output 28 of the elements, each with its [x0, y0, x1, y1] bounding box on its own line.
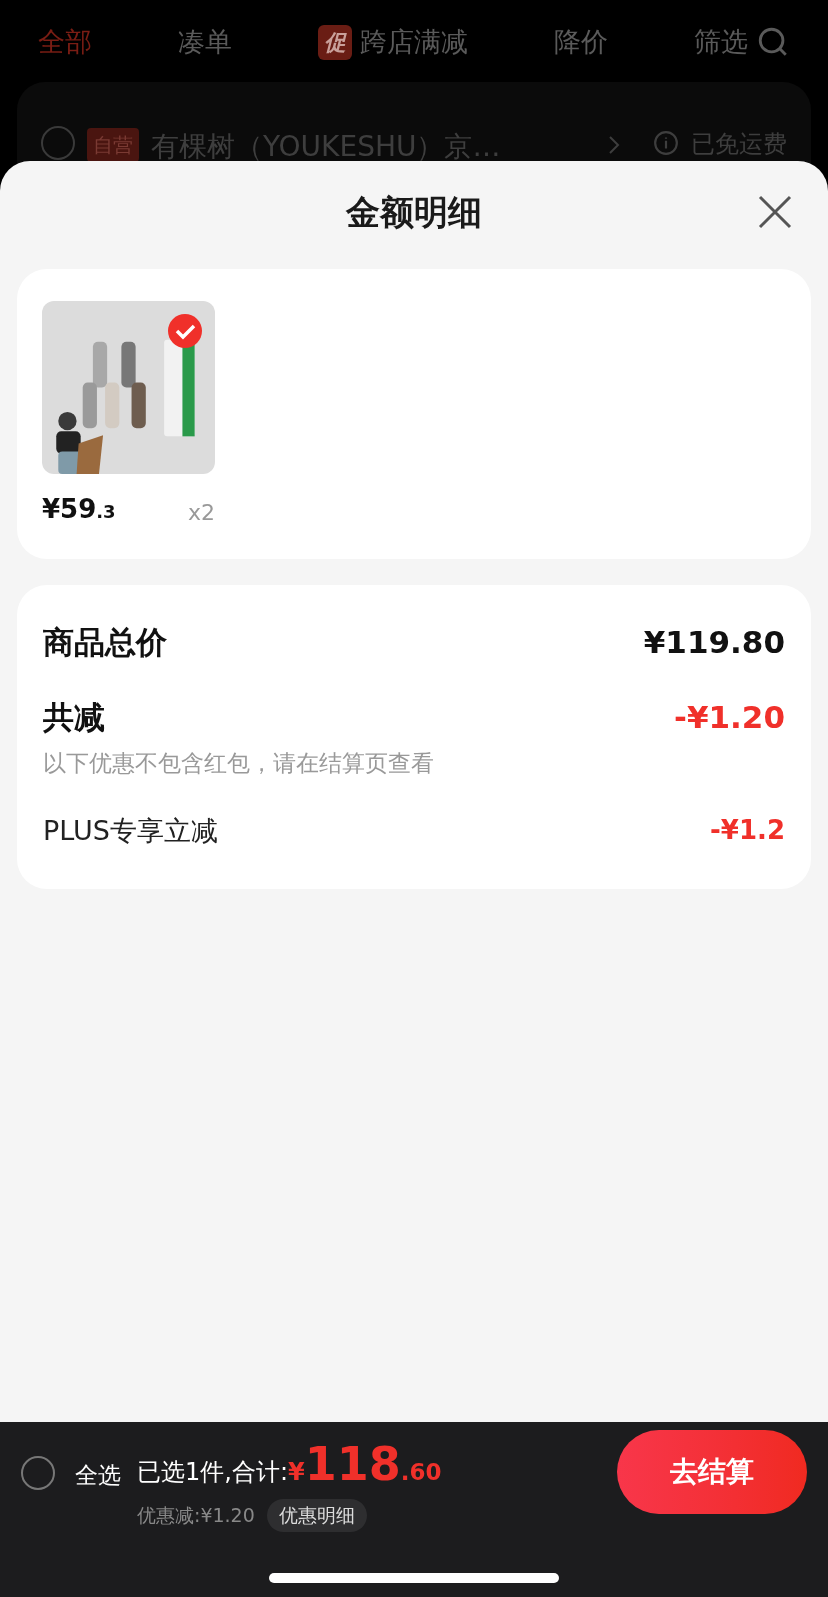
- discount-detail-button[interactable]: 优惠明细: [266, 1499, 367, 1532]
- discount-note: 以下优惠不包含红包，请在结算页查看: [43, 749, 435, 778]
- discount-item-value: -¥1.2: [710, 814, 785, 848]
- close-icon[interactable]: [758, 195, 792, 229]
- info-icon: [653, 130, 679, 156]
- search-icon: [756, 25, 790, 59]
- promo-badge: 促: [318, 24, 352, 60]
- sheet-title: 金额明细: [346, 190, 482, 234]
- discount-summary: 优惠减:¥1.20: [137, 1503, 255, 1528]
- select-all-label[interactable]: 全选: [75, 1458, 121, 1493]
- discount-value: -¥1.20: [674, 697, 785, 737]
- total-value: ¥119.80: [643, 623, 785, 662]
- tab[interactable]: 促 跨店满减: [318, 21, 468, 63]
- check-icon[interactable]: [167, 313, 203, 349]
- discount-item-label: PLUS专享立减: [43, 813, 218, 848]
- total-label: 商品总价: [43, 623, 167, 662]
- discount-label: 共减: [43, 697, 105, 737]
- tab[interactable]: 全部: [38, 21, 92, 63]
- checkout-button[interactable]: 去结算: [617, 1430, 807, 1514]
- total-amount: ¥118.60: [288, 1436, 442, 1493]
- tab[interactable]: 筛选: [694, 21, 790, 63]
- chevron-icon: [607, 134, 621, 156]
- product-quantity: x2: [187, 499, 215, 527]
- selected-summary: 已选1件,合计:: [137, 1457, 288, 1488]
- select-all-checkbox[interactable]: [21, 1456, 55, 1490]
- tab[interactable]: 凑单: [178, 21, 232, 63]
- product-price: ¥59.3: [42, 493, 116, 526]
- tab[interactable]: 降价: [554, 21, 608, 63]
